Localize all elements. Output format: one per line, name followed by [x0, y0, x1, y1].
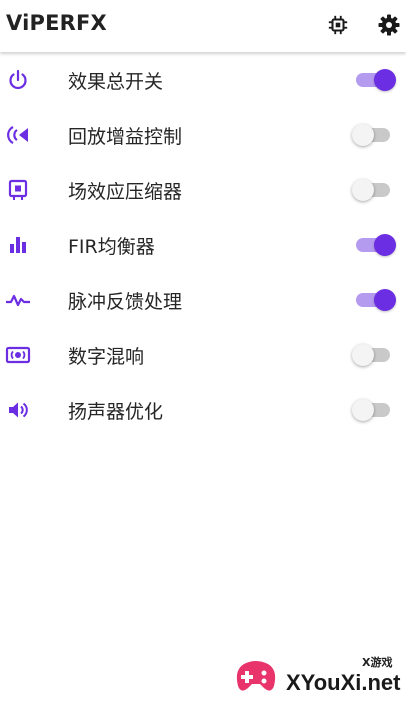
setting-row-compressor[interactable]: 场效应压缩器	[0, 162, 406, 217]
setting-label: FIR均衡器	[68, 236, 155, 258]
speaker-icon	[9, 402, 28, 418]
equalizer-icon	[10, 237, 26, 253]
chip-icon	[328, 15, 348, 35]
setting-label: 场效应压缩器	[68, 181, 183, 203]
playback-gain-icon	[7, 126, 28, 144]
app-bar: ViPERFX	[0, 0, 406, 52]
toggle-switch[interactable]	[352, 288, 398, 312]
toggle-switch[interactable]	[352, 178, 398, 202]
toggle-switch[interactable]	[352, 68, 398, 92]
setting-row-speaker-optimization[interactable]: 扬声器优化	[0, 382, 406, 437]
power-icon	[9, 69, 27, 90]
watermark-small-text: X游戏	[362, 656, 393, 669]
setting-row-fir-equalizer[interactable]: FIR均衡器	[0, 217, 406, 272]
setting-row-digital-reverb[interactable]: 数字混响	[0, 327, 406, 382]
app-title: ViPERFX	[6, 11, 107, 35]
toggle-switch[interactable]	[352, 123, 398, 147]
compressor-icon	[8, 179, 28, 200]
setting-label: 脉冲反馈处理	[68, 291, 183, 313]
gear-icon	[378, 14, 400, 36]
watermark-text: XYouXi.net	[286, 670, 401, 695]
toggle-switch[interactable]	[352, 233, 398, 257]
pulse-icon	[6, 294, 30, 307]
settings-button[interactable]	[374, 10, 404, 40]
setting-label: 数字混响	[68, 346, 145, 368]
setting-label: 效果总开关	[68, 71, 164, 93]
setting-label: 回放增益控制	[68, 126, 183, 148]
toggle-switch[interactable]	[352, 343, 398, 367]
setting-row-pulse-feedback[interactable]: 脉冲反馈处理	[0, 272, 406, 327]
settings-list: 效果总开关 回放增益控制 场效应压缩器 FIR均衡器 脉冲反馈处理 数字混响 扬…	[0, 52, 406, 437]
gamepad-logo-icon	[236, 661, 276, 691]
setting-row-playback-gain[interactable]: 回放增益控制	[0, 107, 406, 162]
setting-label: 扬声器优化	[68, 401, 164, 423]
setting-row-master-switch[interactable]: 效果总开关	[0, 52, 406, 107]
chip-button[interactable]	[323, 10, 353, 40]
reverb-icon	[5, 346, 31, 364]
toggle-switch[interactable]	[352, 398, 398, 422]
watermark: X游戏 XYouXi.net	[232, 650, 402, 704]
